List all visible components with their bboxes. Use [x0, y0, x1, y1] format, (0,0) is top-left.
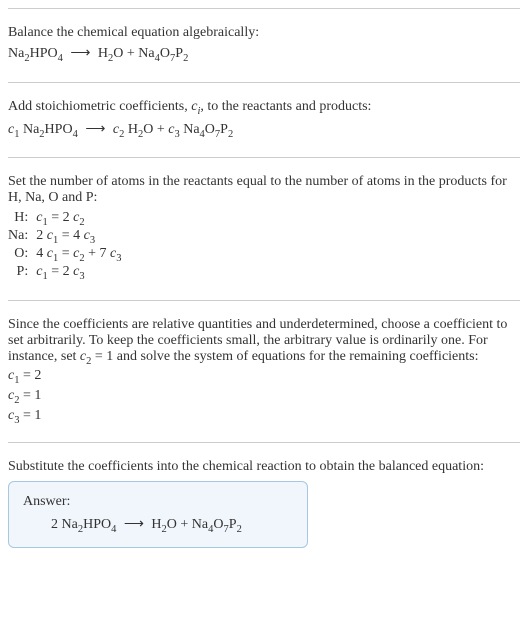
element-equation: 4 c1 = c2 + 7 c3 [36, 246, 121, 264]
table-row: H: c1 = 2 c2 [8, 210, 121, 228]
element-equation: c1 = 2 c2 [36, 210, 121, 228]
answer-title: Substitute the coefficients into the che… [8, 459, 520, 475]
coeff-value: c2 = 1 [8, 388, 520, 406]
section-atoms: Set the number of atoms in the reactants… [8, 157, 520, 299]
section-answer: Substitute the coefficients into the che… [8, 442, 520, 562]
coefficients-equation: c1 Na2HPO4 ⟶ c2 H2O + c3 Na4O7P2 [8, 121, 520, 140]
element-label: P: [8, 264, 36, 282]
table-row: O: 4 c1 = c2 + 7 c3 [8, 246, 121, 264]
problem-equation: Na2HPO4 ⟶ H2O + Na4O7P2 [8, 45, 520, 64]
answer-box: Answer: 2 Na2HPO4 ⟶ H2O + Na4O7P2 [8, 481, 308, 548]
problem-title: Balance the chemical equation algebraica… [8, 25, 520, 41]
element-label: H: [8, 210, 36, 228]
coefficients-title: Add stoichiometric coefficients, ci, to … [8, 99, 520, 117]
solve-title: Since the coefficients are relative quan… [8, 317, 520, 367]
answer-equation: 2 Na2HPO4 ⟶ H2O + Na4O7P2 [23, 516, 293, 535]
element-equation: 2 c1 = 4 c3 [36, 228, 121, 246]
answer-label: Answer: [23, 494, 293, 510]
element-label: O: [8, 246, 36, 264]
solve-results: c1 = 2 c2 = 1 c3 = 1 [8, 368, 520, 425]
coeff-value: c1 = 2 [8, 368, 520, 386]
coeff-value: c3 = 1 [8, 408, 520, 426]
table-row: Na: 2 c1 = 4 c3 [8, 228, 121, 246]
atoms-title: Set the number of atoms in the reactants… [8, 174, 520, 206]
section-problem: Balance the chemical equation algebraica… [8, 8, 520, 82]
section-solve: Since the coefficients are relative quan… [8, 300, 520, 442]
atoms-table: H: c1 = 2 c2 Na: 2 c1 = 4 c3 O: 4 c1 = c… [8, 210, 121, 281]
element-equation: c1 = 2 c3 [36, 264, 121, 282]
section-coefficients: Add stoichiometric coefficients, ci, to … [8, 82, 520, 158]
element-label: Na: [8, 228, 36, 246]
table-row: P: c1 = 2 c3 [8, 264, 121, 282]
